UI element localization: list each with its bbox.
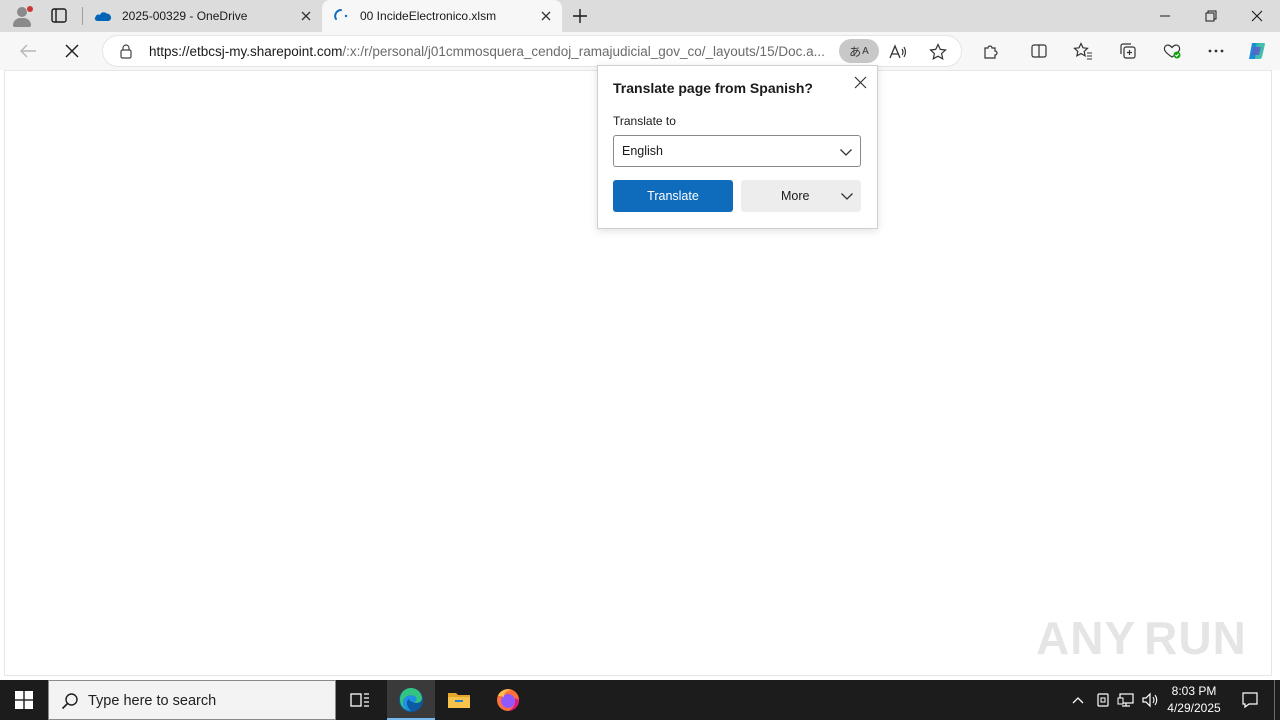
- back-arrow-icon[interactable]: [16, 39, 40, 63]
- windows-taskbar: Type here to search 8:03 PM 4/29/2025: [0, 680, 1280, 720]
- tab-close-icon[interactable]: [538, 8, 554, 24]
- restore-icon[interactable]: [1188, 0, 1234, 32]
- chevron-up-icon[interactable]: [1068, 690, 1088, 710]
- watermark-right: RUN: [1144, 612, 1247, 664]
- more-options-icon[interactable]: [1205, 40, 1227, 62]
- split-screen-icon[interactable]: [1028, 40, 1050, 62]
- more-button-label: More: [781, 189, 810, 203]
- translate-badge-text: あ: [849, 44, 862, 59]
- browser-essentials-icon[interactable]: [1161, 40, 1183, 62]
- stop-loading-icon[interactable]: [60, 39, 84, 63]
- firefox-icon[interactable]: [484, 680, 532, 720]
- onedrive-cloud-icon: [94, 8, 112, 24]
- read-aloud-icon[interactable]: [887, 41, 909, 63]
- lock-icon[interactable]: [119, 44, 133, 59]
- translate-popup: Translate page from Spanish? Translate t…: [597, 65, 878, 229]
- url-host: https://etbcsj-my.sharepoint.com: [149, 44, 343, 59]
- clock-date: 4/29/2025: [1167, 701, 1221, 715]
- file-explorer-icon[interactable]: [435, 680, 483, 720]
- favorite-star-icon[interactable]: [927, 41, 949, 63]
- collections-icon[interactable]: [1117, 40, 1139, 62]
- tab-title: 2025-00329 - OneDrive: [122, 9, 248, 23]
- translate-icon[interactable]: あA: [839, 39, 879, 63]
- extensions-icon[interactable]: [980, 40, 1002, 62]
- task-view-icon[interactable]: [336, 680, 384, 720]
- clock-time: 8:03 PM: [1171, 684, 1217, 698]
- more-button[interactable]: More: [741, 180, 861, 212]
- loading-spinner-icon: [332, 8, 350, 24]
- minimize-icon[interactable]: [1142, 0, 1188, 32]
- edge-app-icon[interactable]: [387, 680, 435, 720]
- chevron-down-icon: [840, 149, 852, 156]
- tab-separator: [82, 7, 83, 25]
- copilot-icon[interactable]: [1246, 40, 1268, 62]
- close-window-icon[interactable]: [1234, 0, 1280, 32]
- windows-start-icon[interactable]: [0, 680, 48, 720]
- translate-button[interactable]: Translate: [613, 180, 733, 212]
- network-icon[interactable]: [1116, 690, 1136, 710]
- notifications-icon[interactable]: [1234, 680, 1266, 720]
- taskbar-search-box[interactable]: Type here to search: [48, 680, 336, 720]
- chevron-down-icon: [841, 193, 853, 200]
- popup-title: Translate page from Spanish?: [613, 80, 813, 96]
- show-desktop-button[interactable]: [1274, 680, 1275, 720]
- translate-to-label: Translate to: [613, 114, 676, 128]
- profile-avatar-icon[interactable]: [10, 4, 34, 28]
- tab-strip: 2025-00329 - OneDrive 00 IncideElectroni…: [0, 0, 1280, 32]
- address-bar[interactable]: https://etbcsj-my.sharepoint.com/:x:/r/p…: [102, 35, 962, 67]
- popup-close-icon[interactable]: [852, 74, 868, 90]
- tab-close-icon[interactable]: [298, 8, 314, 24]
- search-icon: [61, 693, 78, 710]
- url-text[interactable]: https://etbcsj-my.sharepoint.com/:x:/r/p…: [149, 44, 839, 59]
- tab-title: 00 IncideElectronico.xlsm: [360, 9, 497, 23]
- new-tab-plus-icon[interactable]: [570, 6, 590, 26]
- device-icon[interactable]: [1093, 690, 1113, 710]
- search-placeholder: Type here to search: [88, 693, 217, 709]
- volume-icon[interactable]: [1140, 690, 1160, 710]
- taskbar-clock[interactable]: 8:03 PM 4/29/2025: [1160, 683, 1228, 717]
- selected-language: English: [622, 144, 663, 158]
- url-path: /:x:/r/personal/j01cmmosquera_cendoj_ram…: [342, 44, 825, 59]
- anyrun-watermark: ANY RUN: [1036, 606, 1246, 670]
- tab-actions-icon[interactable]: [48, 6, 70, 26]
- tab-onedrive[interactable]: 2025-00329 - OneDrive: [84, 0, 322, 32]
- language-select[interactable]: English: [613, 135, 861, 167]
- favorites-icon[interactable]: [1072, 40, 1094, 62]
- watermark-left: ANY: [1036, 612, 1137, 664]
- tab-spreadsheet[interactable]: 00 IncideElectronico.xlsm: [322, 0, 562, 32]
